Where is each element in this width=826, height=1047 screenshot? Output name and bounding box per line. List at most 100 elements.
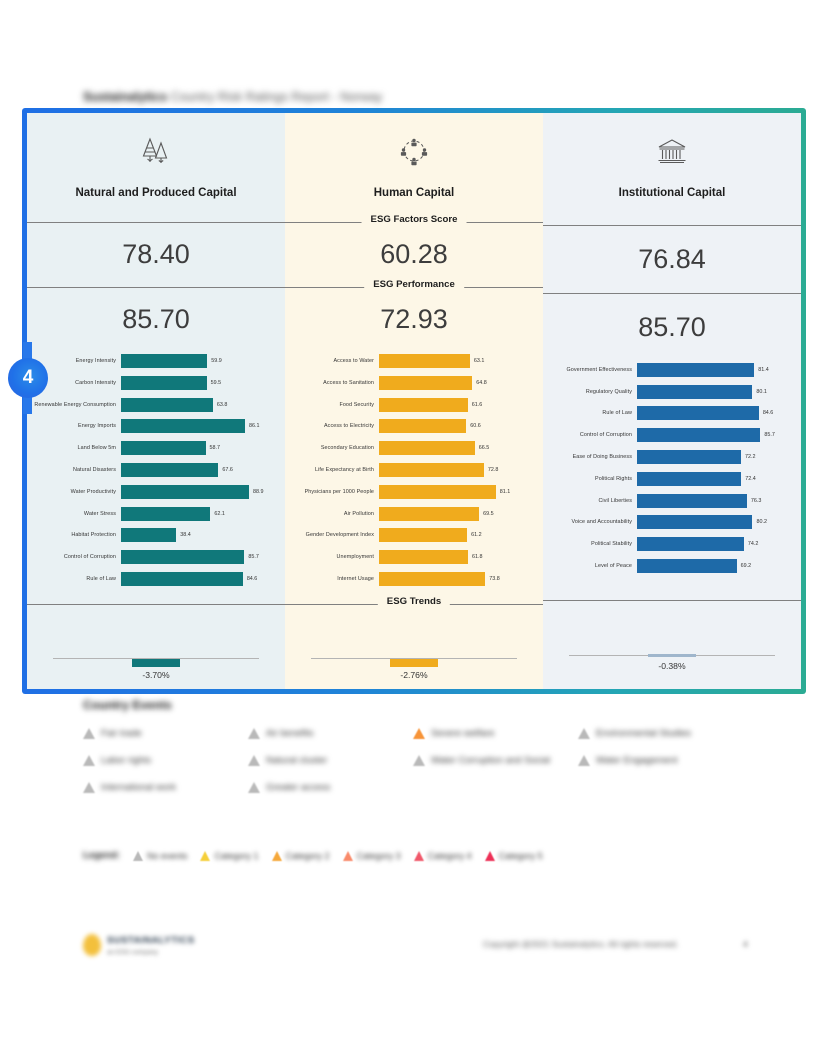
sustainalytics-logo-icon [83, 934, 101, 956]
warning-triangle-icon [578, 728, 590, 739]
indicator-value: 69.2 [740, 563, 752, 570]
indicator-label: Secondary Education [320, 445, 374, 452]
indicator-bar-track: 72.2 [637, 450, 787, 465]
footer-page-number: 4 [743, 939, 748, 949]
indicator-bar [121, 528, 177, 543]
country-event-label: International work [101, 782, 176, 793]
country-events-section: Country Events Fair trade Air benefits Sev… [83, 698, 743, 809]
legend-item: Category 4 [413, 850, 472, 861]
legend-triangle-icon [200, 850, 211, 861]
indicator-bar [121, 397, 213, 412]
divider-factors-score: ESG Factors Score [285, 212, 543, 232]
report-brand: Sustainalytics [83, 90, 168, 104]
indicator-value: 76.3 [750, 497, 762, 504]
indicator-label: Control of Corruption [63, 554, 116, 561]
indicator-value: 85.7 [764, 432, 775, 439]
country-event-label: Greater access [266, 782, 331, 793]
indicator-bar [379, 463, 484, 478]
indicator-row: Rule of Law 84.6 [549, 403, 787, 425]
indicator-row: Regulatory Quality 80.1 [549, 381, 787, 403]
indicator-value: 80.1 [756, 388, 767, 395]
indicator-row: Civil Liberties 76.3 [549, 490, 787, 512]
indicator-value: 73.8 [489, 576, 500, 583]
report-title: Sustainalytics Country Risk Ratings Repo… [83, 90, 382, 104]
country-event-label: Environmental Studies [596, 728, 692, 739]
warning-triangle-icon [413, 755, 425, 766]
indicator-chart-social: Access to Water 63.1 Access to Sanitation 6… [285, 342, 543, 594]
esg-summary-panel: Natural and Produced Capital ESG Factors… [27, 113, 801, 689]
indicator-row: Physicians per 1000 People 81.1 [291, 481, 529, 503]
country-event-item: Environmental Studies [578, 728, 743, 739]
indicator-row: Energy Intensity 59.9 [33, 350, 271, 372]
indicator-value: 59.5 [210, 379, 222, 386]
indicator-bar-track: 86.1 [121, 419, 271, 434]
indicator-bar-track: 63.1 [379, 354, 529, 369]
indicator-bar-track: 69.2 [637, 559, 787, 574]
indicator-value: 59.9 [211, 358, 222, 365]
warning-triangle-icon [83, 755, 95, 766]
indicator-bar [121, 441, 206, 456]
legend-item-label: Category 2 [285, 850, 330, 861]
indicator-bar [379, 441, 475, 456]
country-event-item: Greater access [248, 782, 413, 793]
legend-title: Legend: [83, 850, 120, 861]
indicator-bar-track: 66.5 [379, 441, 529, 456]
indicator-label: Unemployment [336, 554, 374, 561]
legend-item: Category 2 [271, 850, 330, 861]
indicator-bar [379, 354, 470, 369]
indicator-bar-track: 38.4 [121, 528, 271, 543]
indicator-value: 62.1 [214, 510, 225, 517]
card-title-governance: Institutional Capital [618, 187, 726, 199]
indicator-bar-track: 88.9 [121, 484, 271, 499]
country-event-item: Natural cluster [248, 755, 413, 766]
card-header-governance: Institutional Capital [543, 113, 801, 215]
card-header-social: Human Capital [285, 113, 543, 212]
indicator-label: Political Rights [595, 475, 632, 482]
indicator-row: Political Stability 74.2 [549, 533, 787, 555]
indicator-label: Renewable Energy Consumption [34, 401, 116, 408]
indicator-bar [379, 419, 467, 434]
indicator-bar [379, 397, 468, 412]
indicator-bar-track: 64.8 [379, 375, 529, 390]
indicator-bar-track: 61.2 [379, 528, 529, 543]
indicator-bar [637, 537, 744, 552]
country-event-item: Severe welfare [413, 728, 578, 739]
indicator-row: Habitat Protection 38.4 [33, 525, 271, 547]
indicator-row: Ease of Doing Business 72.2 [549, 446, 787, 468]
indicator-bar [637, 559, 737, 574]
divider-performance-env: ESG Performance [27, 277, 285, 297]
indicator-label: Access to Water [333, 358, 374, 365]
indicator-value: 67.6 [222, 467, 233, 474]
indicator-value: 74.2 [747, 541, 759, 548]
country-events-grid: Fair trade Air benefits Severe welfare Envi… [83, 728, 743, 809]
country-event-item: International work [83, 782, 248, 793]
annotation-badge-4: 4 [8, 358, 48, 398]
indicator-bar [379, 572, 486, 587]
indicator-value: 61.6 [471, 401, 483, 408]
warning-triangle-icon [413, 728, 425, 739]
indicator-label: Land Below 5m [77, 445, 116, 452]
severity-legend: Legend: No events Category 1 Category 2 Cat… [83, 850, 543, 861]
indicator-bar-track: 67.6 [121, 463, 271, 478]
country-event-label: Natural cluster [266, 755, 328, 766]
indicator-label: Water Stress [83, 510, 116, 517]
divider-trends-gov: ESG Trends [543, 590, 801, 611]
indicator-row: Rule of Law 84.6 [33, 568, 271, 590]
card-title-environment: Natural and Produced Capital [75, 187, 237, 199]
indicator-row: Control of Corruption 85.7 [549, 424, 787, 446]
indicator-bar-track: 85.7 [637, 428, 787, 443]
indicator-bar-track: 76.3 [637, 493, 787, 508]
divider-performance: ESG Performance [285, 277, 543, 297]
indicator-row: Government Effectiveness 81.4 [549, 359, 787, 381]
warning-triangle-icon [578, 755, 590, 766]
warning-triangle-icon [248, 728, 260, 739]
legend-item-label: No events [146, 850, 188, 861]
indicator-bar [379, 484, 496, 499]
country-event-label: Water Engagement [596, 755, 678, 766]
indicator-bar-track: 62.1 [121, 506, 271, 521]
indicator-bar [121, 572, 243, 587]
indicator-bar-track: 84.6 [637, 406, 787, 421]
trend-environment: -3.70% [27, 614, 285, 689]
warning-triangle-icon [248, 755, 260, 766]
legend-item-label: Category 5 [498, 850, 543, 861]
